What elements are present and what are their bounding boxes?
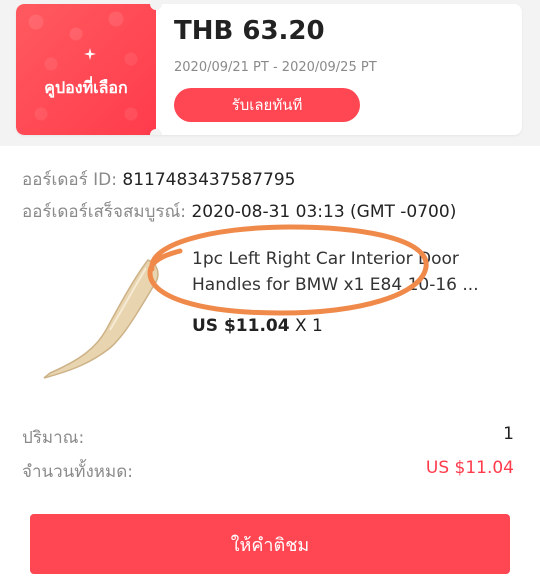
product-quantity: X 1 [294, 316, 323, 336]
quantity-label: ปริมาณ: [22, 428, 85, 448]
total-label: จำนวนทั้งหมด: [22, 462, 133, 482]
product-price: US $11.04 [192, 316, 290, 336]
order-complete-value: 2020-08-31 03:13 (GMT -0700) [191, 202, 457, 222]
selected-coupon-label: คูปองที่เลือก [44, 78, 128, 97]
leave-feedback-button[interactable]: ให้คำติชม [30, 514, 510, 574]
coupon-card: คูปองที่เลือก THB 63.20 2020/09/21 PT - … [16, 4, 522, 135]
order-complete-label: ออร์เดอร์เสร็จสมบูรณ์: [22, 202, 187, 222]
claim-coupon-button[interactable]: รับเลยทันที [174, 88, 360, 122]
order-id-value: 8117483437587795 [122, 170, 296, 190]
coupon-badge: คูปองที่เลือก [16, 4, 156, 135]
coupon-validity: 2020/09/21 PT - 2020/09/25 PT [174, 60, 377, 75]
total-value: US $11.04 [425, 458, 514, 478]
order-id-label: ออร์เดอร์ ID: [22, 170, 117, 190]
quantity-value: 1 [503, 424, 514, 444]
sparkle-icon [84, 48, 96, 60]
coupon-pattern [16, 4, 156, 135]
order-id-row: ออร์เดอร์ ID: 8117483437587795 [22, 166, 295, 193]
coupon-notch-bottom [150, 129, 162, 135]
coupon-amount: THB 63.20 [174, 16, 325, 46]
highlight-annotation [147, 224, 429, 316]
product-price-row: US $11.04 X 1 [192, 316, 323, 336]
order-details: ออร์เดอร์ ID: 8117483437587795 ออร์เดอร์… [0, 146, 540, 580]
